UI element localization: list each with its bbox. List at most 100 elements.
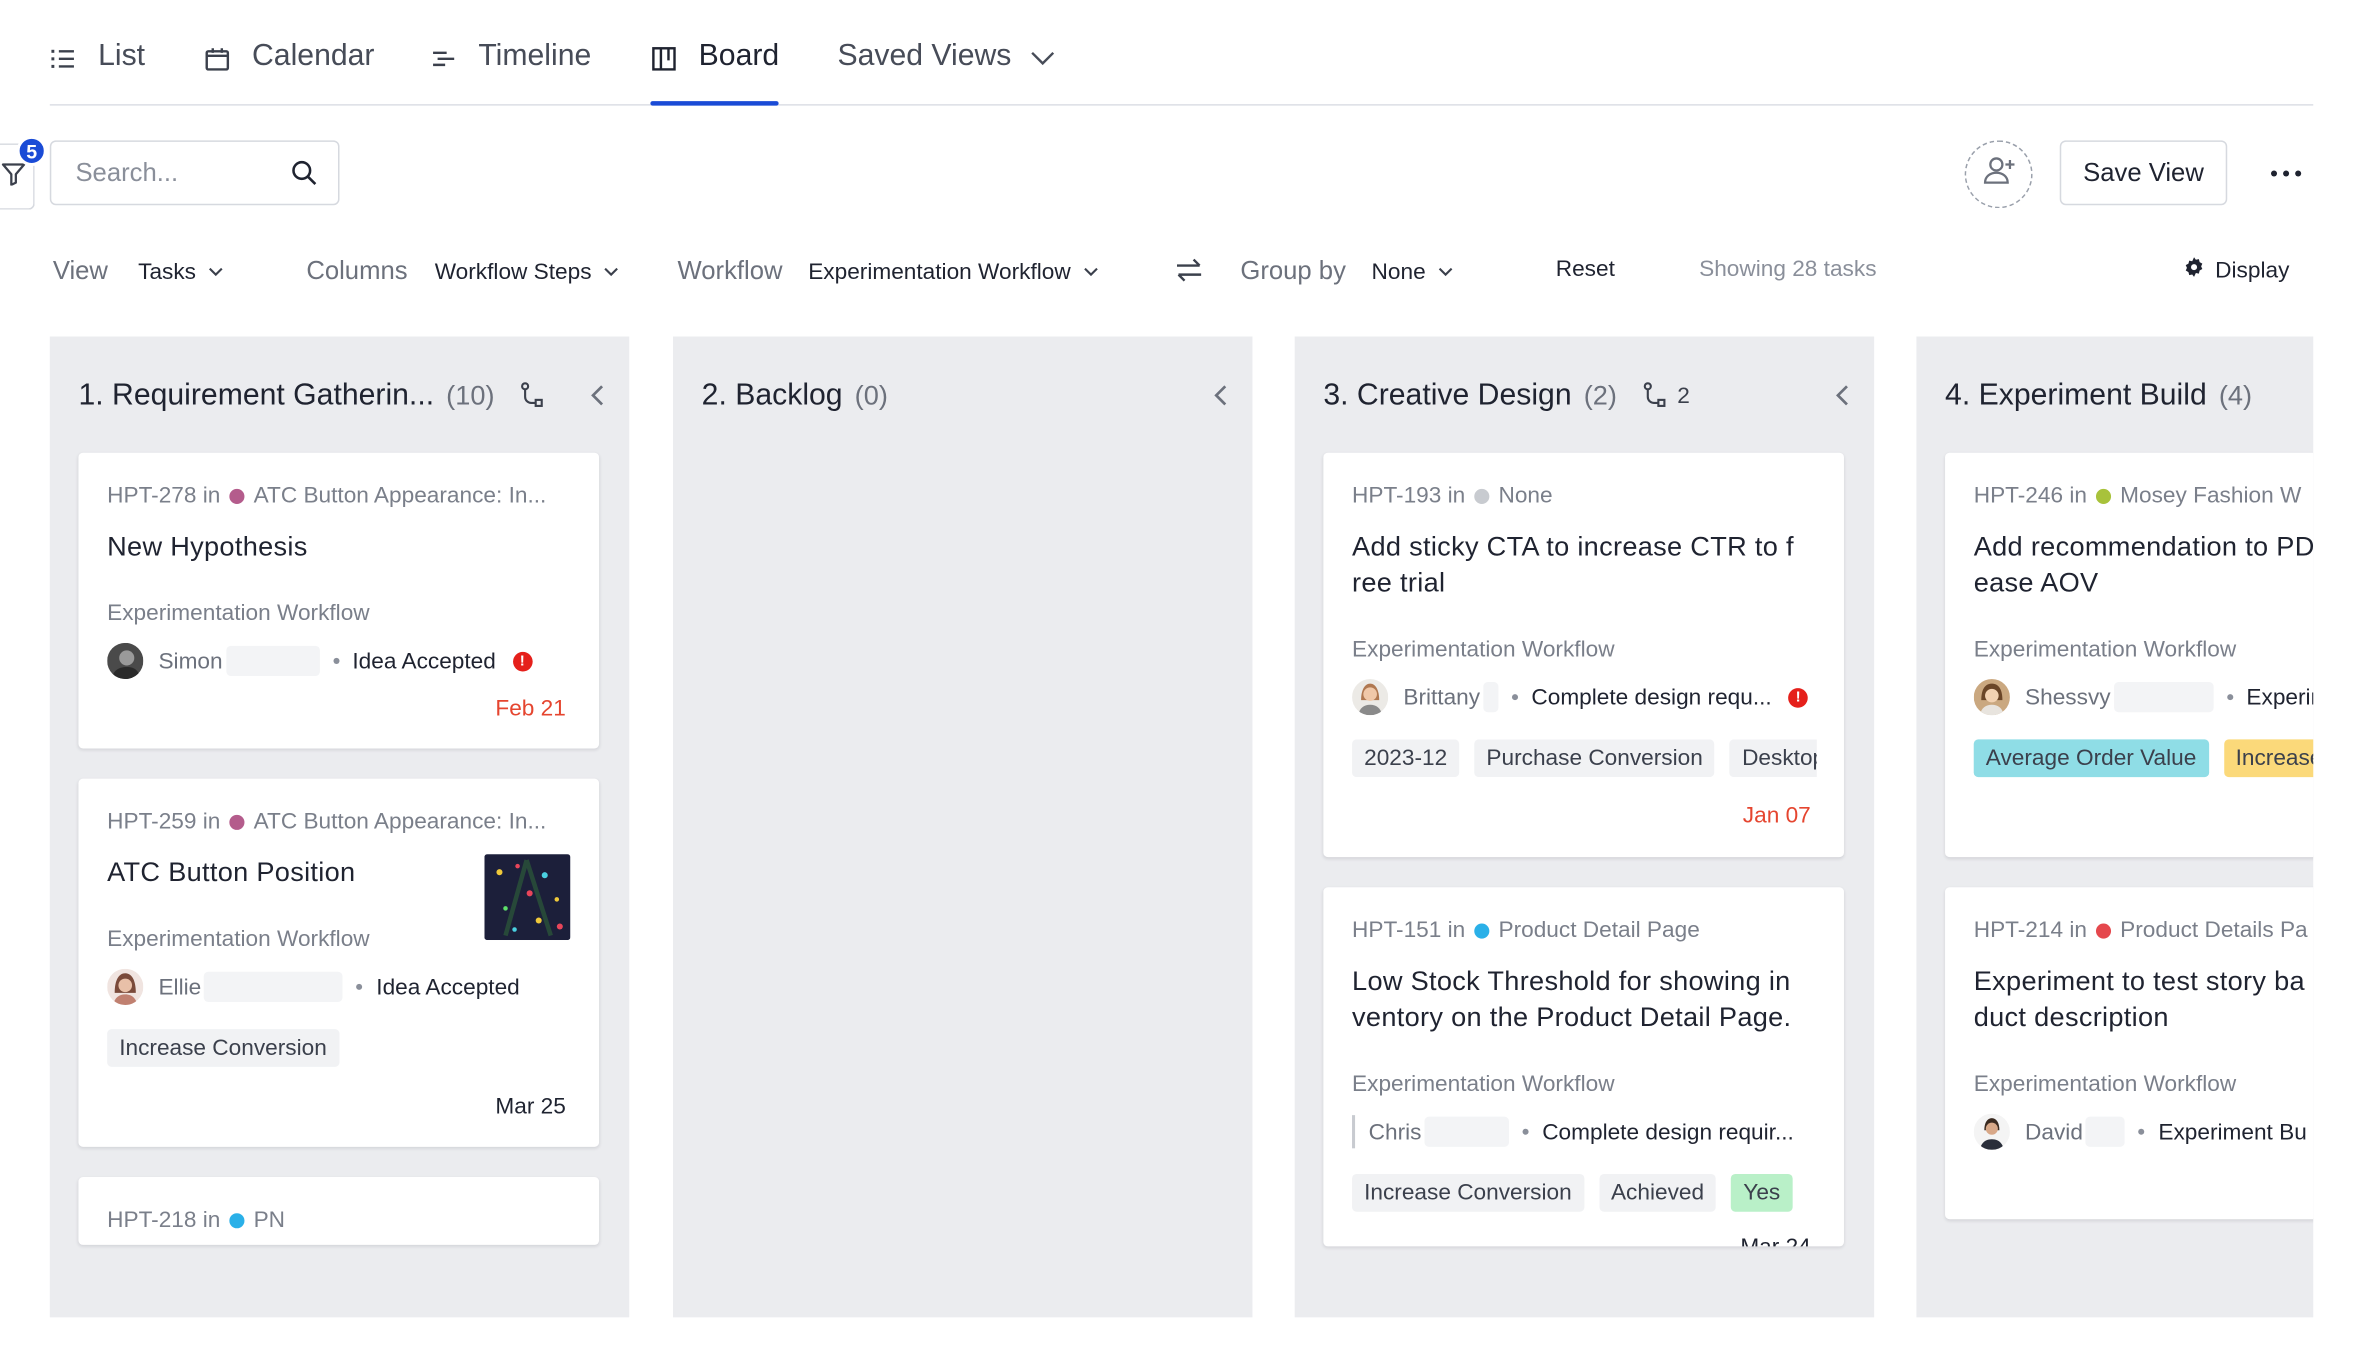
task-card[interactable]: HPT-218 in PN <box>78 1176 600 1245</box>
task-meta: HPT-151 in Product Detail Page <box>1352 917 1700 943</box>
column-count: (2) <box>1583 379 1617 410</box>
task-meta: HPT-246 in Mosey Fashion W <box>1974 483 2302 509</box>
task-card[interactable]: HPT-259 in ATC Button Appearance: In... … <box>78 778 600 1147</box>
tag[interactable]: Increase Conversion <box>1352 1173 1584 1212</box>
assignee-name: Brittany <box>1403 684 1481 710</box>
task-title[interactable]: Experiment to test story ba duct descrip… <box>1974 963 2314 1035</box>
column-title: 1. Requirement Gatherin... <box>78 377 435 412</box>
tab-saved-views[interactable]: Saved Views <box>837 39 1056 105</box>
workflow-filter[interactable]: Workflow Experimentation Workflow <box>678 254 1098 290</box>
task-title[interactable]: Add recommendation to PD ease AOV <box>1974 528 2314 600</box>
assignee-row: Brittany Complete design requ... ! <box>1352 678 1808 717</box>
reset-button[interactable]: Reset <box>1556 257 1615 283</box>
column-count: (4) <box>2218 379 2253 410</box>
columns-dropdown[interactable]: Workflow Steps <box>435 259 619 284</box>
task-status: Idea Accepted <box>376 974 520 1000</box>
gear-icon <box>2183 257 2204 284</box>
task-card[interactable]: HPT-214 in Product Details Pa Experiment… <box>1945 887 2314 1220</box>
workflow-branch-icon <box>1643 382 1665 407</box>
task-status: Idea Accepted <box>352 648 496 674</box>
tag[interactable]: Purchase Conversion <box>1474 739 1715 778</box>
task-title[interactable]: Add sticky CTA to increase CTR to f ree … <box>1352 528 1817 600</box>
task-title[interactable]: New Hypothesis <box>107 528 572 564</box>
search-icon[interactable] <box>291 160 317 186</box>
task-status: Experiment Bu <box>2158 1118 2307 1145</box>
avatar[interactable] <box>1352 679 1389 716</box>
save-view-button[interactable]: Save View <box>2059 140 2228 206</box>
avatar[interactable] <box>107 642 144 680</box>
column-header: 2. Backlog (0) <box>702 376 1232 415</box>
redacted-field <box>1483 682 1499 713</box>
due-date: Feb 21 <box>495 695 566 722</box>
avatar[interactable] <box>1973 1113 2010 1150</box>
task-card[interactable]: HPT-151 in Product Detail Page Low Stock… <box>1323 887 1844 1247</box>
more-options-button[interactable] <box>2263 157 2308 190</box>
task-meta: HPT-278 in ATC Button Appearance: In... <box>107 483 546 509</box>
redacted-field <box>2113 682 2214 713</box>
task-card[interactable]: HPT-246 in Mosey Fashion W Add recommend… <box>1945 452 2314 858</box>
column-header: 1. Requirement Gatherin... (10) <box>78 376 608 415</box>
tag[interactable]: Desktop <box>1730 739 1817 778</box>
task-meta: HPT-259 in ATC Button Appearance: In... <box>107 809 546 835</box>
project-name[interactable]: Mosey Fashion W <box>2120 483 2301 509</box>
task-card[interactable]: HPT-278 in ATC Button Appearance: In... … <box>78 452 600 749</box>
tag-list: Increase Conversion <box>107 1029 339 1067</box>
project-name[interactable]: None <box>1498 483 1552 509</box>
chevron-down-icon <box>1030 45 1057 72</box>
project-name[interactable]: ATC Button Appearance: In... <box>254 483 547 509</box>
workflow-branch-count: 2 <box>1677 382 1690 409</box>
tag[interactable]: Achieved <box>1598 1173 1717 1212</box>
assignee-name: David <box>2025 1118 2083 1145</box>
task-title[interactable]: ATC Button Position <box>107 854 463 890</box>
tag[interactable]: Increase Conversion <box>107 1029 339 1067</box>
group-by-filter[interactable]: Group by None <box>1240 254 1453 290</box>
task-id: HPT-218 in <box>107 1207 221 1233</box>
assignee-row: David Experiment Bu <box>1973 1112 2307 1151</box>
search-input[interactable] <box>75 157 272 188</box>
tag-list: Increase Conversion Achieved Yes <box>1352 1173 1793 1212</box>
chevron-down-icon <box>1438 267 1453 277</box>
tab-board[interactable]: Board <box>650 39 780 106</box>
collapse-column-button[interactable] <box>1835 382 1850 417</box>
view-tabs: List Calendar Timeline Board Saved Views <box>49 0 2314 106</box>
group-by-dropdown[interactable]: None <box>1372 259 1453 284</box>
columns-filter[interactable]: Columns Workflow Steps <box>306 254 618 290</box>
task-meta: HPT-193 in None <box>1352 483 1553 509</box>
column-title: 4. Experiment Build <box>1945 377 2207 412</box>
chevron-left-icon <box>1214 385 1227 406</box>
task-meta: HPT-214 in Product Details Pa <box>1974 917 2308 943</box>
chevron-left-icon <box>591 385 604 406</box>
view-filter[interactable]: View Tasks <box>53 254 223 290</box>
task-thumbnail <box>484 854 571 941</box>
project-name[interactable]: ATC Button Appearance: In... <box>254 809 547 835</box>
tab-calendar[interactable]: Calendar <box>204 39 374 105</box>
tag[interactable]: Increase <box>2223 739 2314 778</box>
collapse-column-button[interactable] <box>1213 382 1228 417</box>
collapse-column-button[interactable] <box>590 382 605 417</box>
board-icon <box>650 45 677 72</box>
project-name[interactable]: Product Details Pa <box>2120 917 2307 943</box>
assignee-row: Ellie Idea Accepted <box>107 967 520 1006</box>
tag[interactable]: Yes <box>1731 1173 1793 1212</box>
filter-count-badge: 5 <box>16 135 47 166</box>
more-dot <box>2283 170 2290 177</box>
project-name[interactable]: Product Detail Page <box>1498 917 1699 943</box>
project-name[interactable]: PN <box>254 1207 285 1233</box>
tag[interactable]: 2023-12 <box>1352 739 1460 778</box>
swap-button[interactable] <box>1174 257 1204 292</box>
view-dropdown[interactable]: Tasks <box>138 259 223 284</box>
chevron-down-icon <box>1083 267 1098 277</box>
search-box[interactable] <box>49 140 340 206</box>
avatar[interactable] <box>107 968 144 1005</box>
tab-list[interactable]: List <box>50 39 145 105</box>
display-button[interactable]: Display <box>2183 257 2289 284</box>
task-title[interactable]: Low Stock Threshold for showing in vento… <box>1352 963 1817 1035</box>
column-title: 3. Creative Design <box>1323 377 1572 412</box>
task-card[interactable]: HPT-193 in None Add sticky CTA to increa… <box>1323 452 1844 858</box>
redacted-field <box>204 971 344 1002</box>
avatar[interactable] <box>1973 679 2010 716</box>
add-user-button[interactable] <box>1964 140 2033 209</box>
workflow-dropdown[interactable]: Experimentation Workflow <box>808 259 1098 284</box>
tab-timeline[interactable]: Timeline <box>430 39 591 105</box>
tag[interactable]: Average Order Value <box>1973 739 2209 778</box>
